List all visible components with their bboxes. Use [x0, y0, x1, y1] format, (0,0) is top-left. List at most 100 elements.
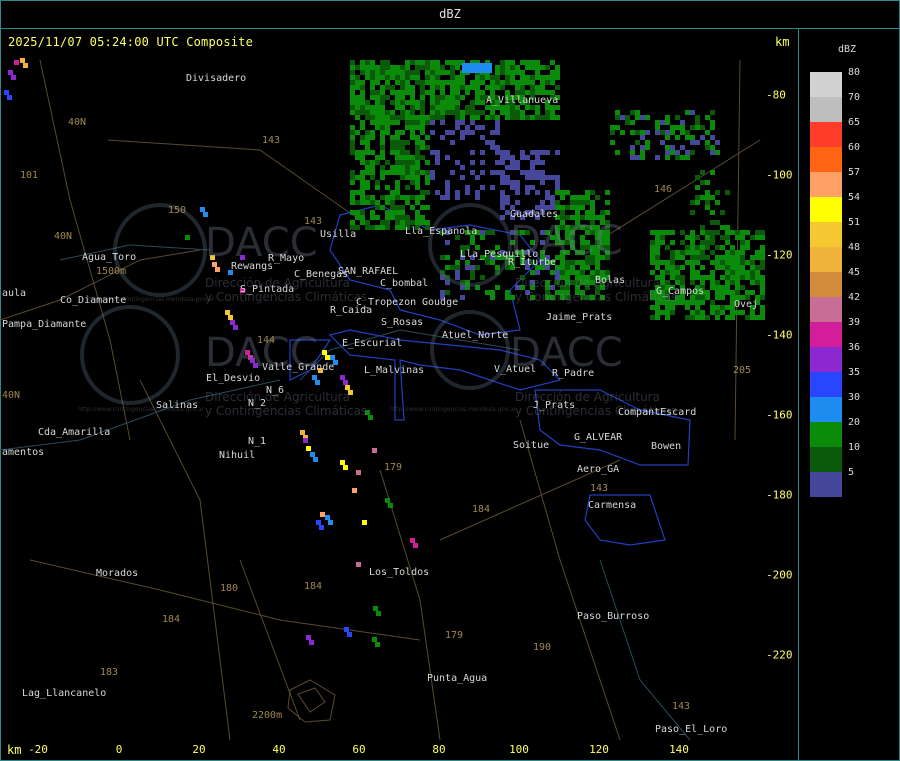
- echo-cell: [745, 270, 750, 275]
- echo-cell: [465, 85, 470, 90]
- echo-cell: [695, 315, 700, 320]
- echo-cell: [755, 315, 760, 320]
- legend-swatch: [810, 322, 842, 347]
- echo-cell: [645, 115, 650, 120]
- echo-cell: [655, 260, 660, 265]
- echo-cell: [695, 300, 700, 305]
- convective-cell: [372, 637, 377, 642]
- echo-cell: [395, 80, 400, 85]
- echo-cell: [405, 165, 410, 170]
- echo-cell: [360, 155, 365, 160]
- echo-cell: [350, 125, 355, 130]
- echo-cell: [370, 160, 375, 165]
- echo-cell: [415, 100, 420, 105]
- convective-cell: [376, 611, 381, 616]
- echo-cell: [455, 125, 460, 130]
- echo-cell: [650, 250, 655, 255]
- echo-cell: [440, 100, 445, 105]
- echo-cell: [680, 120, 685, 125]
- echo-cell: [540, 200, 545, 205]
- echo-cell: [480, 75, 485, 80]
- place-label: Bolas: [595, 275, 626, 286]
- route-number: 143: [304, 216, 323, 227]
- echo-cell: [720, 210, 725, 215]
- echo-cell: [485, 290, 490, 295]
- echo-cell: [695, 200, 700, 205]
- echo-cell: [560, 195, 565, 200]
- echo-cell: [685, 260, 690, 265]
- echo-cell: [640, 135, 645, 140]
- echo-cell: [725, 285, 730, 290]
- echo-cell: [380, 195, 385, 200]
- echo-cell: [535, 170, 540, 175]
- echo-cell: [555, 115, 560, 120]
- echo-cell: [540, 75, 545, 80]
- echo-cell: [530, 160, 535, 165]
- echo-cell: [370, 90, 375, 95]
- echo-cell: [605, 210, 610, 215]
- place-label: Paso_Burroso: [577, 611, 650, 622]
- echo-cell: [675, 275, 680, 280]
- place-label: S_Rosas: [381, 317, 424, 328]
- echo-cell: [735, 230, 740, 235]
- echo-cell: [390, 205, 395, 210]
- echo-cell: [750, 235, 755, 240]
- echo-cell: [470, 265, 475, 270]
- echo-cell: [365, 130, 370, 135]
- echo-cell: [370, 85, 375, 90]
- echo-cell: [415, 210, 420, 215]
- echo-cell: [400, 155, 405, 160]
- echo-cell: [450, 170, 455, 175]
- echo-cell: [435, 155, 440, 160]
- echo-cell: [380, 150, 385, 155]
- echo-cell: [720, 295, 725, 300]
- echo-cell: [445, 105, 450, 110]
- echo-cell: [365, 115, 370, 120]
- echo-cell: [380, 95, 385, 100]
- echo-cell: [715, 260, 720, 265]
- echo-cell: [550, 60, 555, 65]
- echo-cell: [500, 150, 505, 155]
- echo-cell: [760, 230, 765, 235]
- echo-cell: [435, 100, 440, 105]
- echo-cell: [755, 255, 760, 260]
- echo-cell: [420, 125, 425, 130]
- echo-cell: [545, 195, 550, 200]
- echo-cell: [705, 200, 710, 205]
- echo-cell: [380, 115, 385, 120]
- echo-cell: [370, 210, 375, 215]
- echo-cell: [435, 60, 440, 65]
- radar-map[interactable]: [0, 0, 900, 761]
- echo-cell: [365, 220, 370, 225]
- echo-cell: [355, 175, 360, 180]
- echo-cell: [640, 130, 645, 135]
- echo-cell: [555, 180, 560, 185]
- echo-cell: [400, 210, 405, 215]
- echo-cell: [640, 150, 645, 155]
- echo-cell: [385, 225, 390, 230]
- echo-cell: [445, 185, 450, 190]
- echo-cell: [505, 195, 510, 200]
- echo-cell: [760, 315, 765, 320]
- echo-cell: [735, 250, 740, 255]
- echo-cell: [355, 115, 360, 120]
- echo-cell: [655, 310, 660, 315]
- echo-cell: [455, 105, 460, 110]
- echo-cell: [380, 75, 385, 80]
- legend-label: 20: [848, 417, 861, 428]
- echo-cell: [405, 100, 410, 105]
- place-label: Ovej: [734, 299, 759, 310]
- echo-cell: [350, 200, 355, 205]
- echo-cell: [510, 60, 515, 65]
- echo-cell: [555, 200, 560, 205]
- echo-cell: [695, 140, 700, 145]
- legend-swatch: [810, 72, 842, 97]
- legend-swatch: [810, 122, 842, 147]
- route-number: 40N: [68, 117, 87, 128]
- echo-cell: [440, 110, 445, 115]
- convective-cell: [14, 60, 19, 65]
- echo-cell: [395, 165, 400, 170]
- legend-swatch: [810, 297, 842, 322]
- echo-cell: [365, 75, 370, 80]
- echo-cell: [555, 190, 560, 195]
